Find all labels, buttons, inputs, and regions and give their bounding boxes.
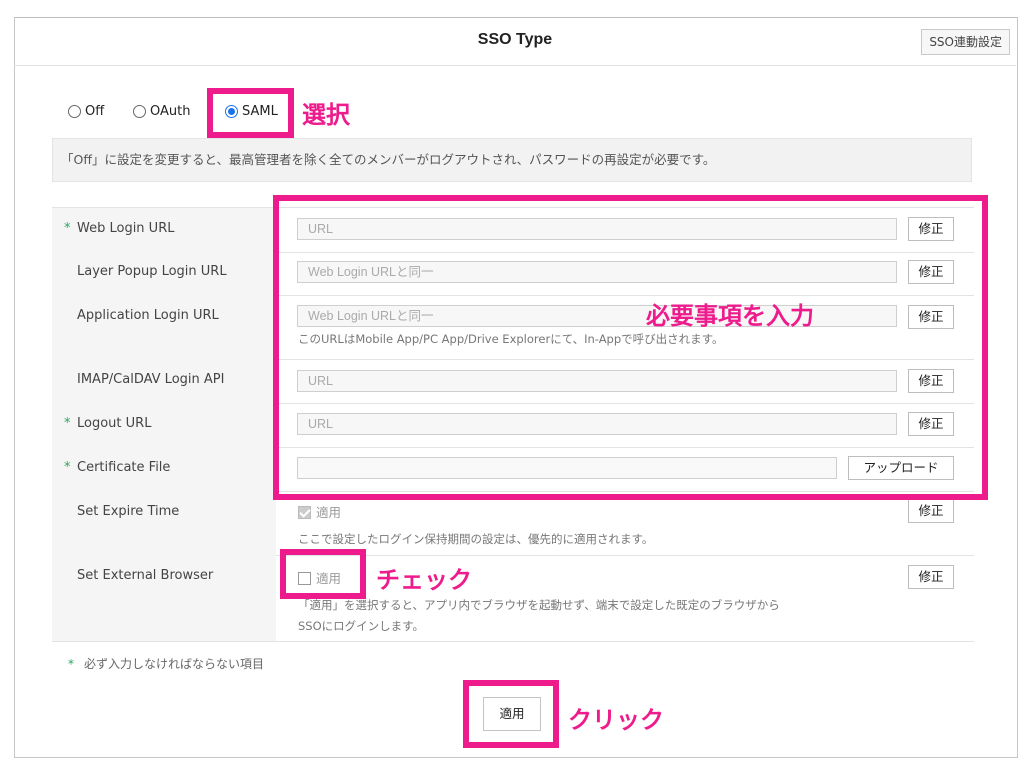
expire-time-checkbox[interactable]: 適用 — [298, 502, 341, 521]
required-mark: * — [64, 416, 71, 431]
required-mark: * — [64, 460, 71, 475]
highlight-apply-button — [463, 680, 559, 748]
label-layer-popup-login-url: Layer Popup Login URL — [77, 264, 227, 279]
label-web-login-url: Web Login URL — [77, 221, 175, 236]
annotation-enter-required: 必要事項を入力 — [646, 302, 814, 330]
radio-circle — [133, 105, 146, 118]
required-star: * — [68, 657, 74, 671]
external-browser-help-line2: SSOにログインします。 — [298, 619, 425, 633]
label-application-login-url: Application Login URL — [77, 308, 219, 323]
sso-settings-button[interactable]: SSO連動設定 — [921, 29, 1010, 55]
label-set-external-browser: Set External Browser — [77, 568, 214, 583]
edit-expire-time-button[interactable]: 修正 — [908, 499, 954, 523]
required-fields-note: * 必ず入力しなければならない項目 — [68, 655, 264, 672]
label-set-expire-time: Set Expire Time — [77, 504, 180, 519]
radio-circle — [68, 105, 81, 118]
logout-warning-notice: 「Off」に設定を変更すると、最高管理者を除く全てのメンバーがログアウトされ、パ… — [52, 138, 972, 182]
radio-label-off: Off — [85, 104, 105, 119]
annotation-check: チェック — [376, 566, 472, 594]
label-certificate-file: Certificate File — [77, 460, 171, 475]
edit-external-browser-button[interactable]: 修正 — [908, 565, 954, 589]
panel-header: SSO Type SSO連動設定 — [14, 17, 1016, 66]
annotation-select: 選択 — [302, 101, 350, 129]
row-set-expire-time: Set Expire Time 適用 修正 ここで設定したログイン保持期間の設定… — [52, 491, 974, 556]
label-logout-url: Logout URL — [77, 416, 152, 431]
radio-oauth[interactable]: OAuth — [133, 104, 190, 119]
required-note-text: 必ず入力しなければならない項目 — [84, 657, 265, 671]
radio-off[interactable]: Off — [68, 104, 104, 119]
highlight-required-fields — [273, 195, 988, 500]
highlight-saml-option — [207, 88, 294, 138]
external-browser-help-line1: 「適用」を選択すると、アプリ内でブラウザを起動せず、端末で設定した既定のブラウザ… — [298, 598, 780, 612]
annotation-click: クリック — [568, 706, 664, 734]
row-set-external-browser: Set External Browser 適用 修正 「適用」を選択すると、アプ… — [52, 555, 974, 642]
expire-time-checkbox-label: 適用 — [316, 505, 342, 520]
radio-label-oauth: OAuth — [150, 104, 191, 119]
page-title: SSO Type — [477, 31, 553, 48]
highlight-external-browser-checkbox — [280, 549, 366, 599]
label-imap-caldav-login-api: IMAP/CalDAV Login API — [77, 372, 225, 387]
required-mark: * — [64, 221, 71, 236]
checkbox-checked-icon — [298, 506, 311, 519]
expire-time-help-text: ここで設定したログイン保持期間の設定は、優先的に適用されます。 — [298, 532, 654, 546]
